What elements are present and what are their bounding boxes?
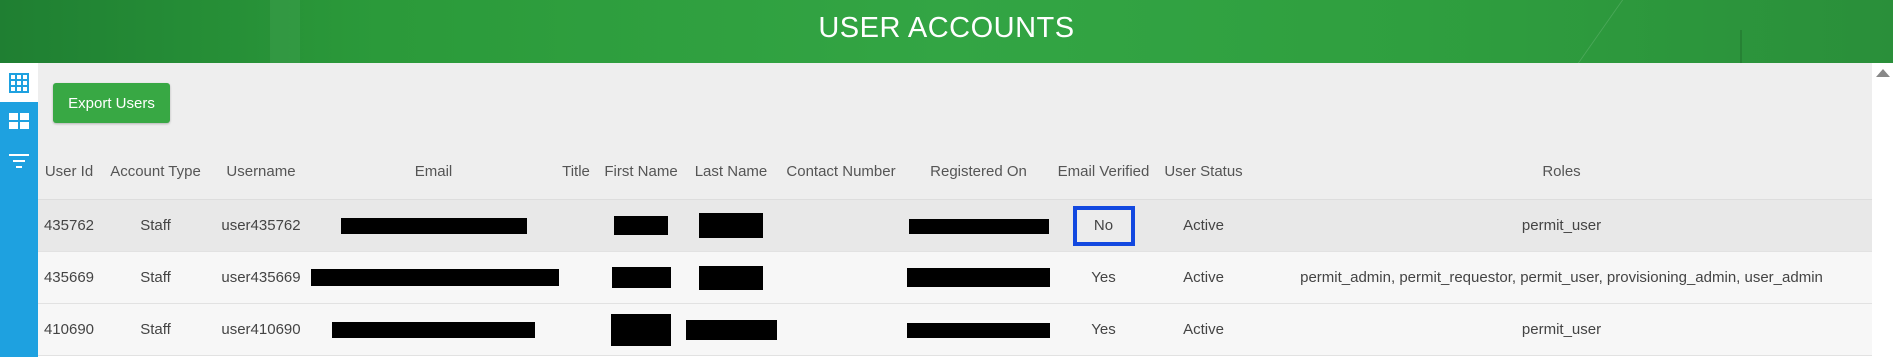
cell-user-status: Active (1156, 199, 1251, 252)
redaction-box (699, 265, 763, 290)
cell-first-name (596, 199, 686, 252)
redaction-box (908, 218, 1049, 234)
redaction-box (907, 322, 1050, 338)
cell-email (311, 199, 556, 252)
cell-account-type: Staff (100, 303, 211, 356)
column-header-email-verified[interactable]: Email Verified (1051, 144, 1156, 200)
cell-last-name (686, 251, 776, 304)
column-header-roles[interactable]: Roles (1251, 144, 1872, 200)
cell-account-type: Staff (100, 199, 211, 252)
column-header-user-id[interactable]: User Id (38, 144, 100, 200)
vertical-scrollbar[interactable] (1872, 63, 1893, 357)
user-accounts-table: User Id Account Type Username Email Titl… (38, 144, 1872, 356)
cell-user-id: 410690 (38, 303, 100, 356)
redaction-box (311, 269, 559, 287)
cell-username: user435762 (211, 199, 311, 252)
column-header-first-name[interactable]: First Name (596, 144, 686, 200)
sidebar-item-tile-view[interactable] (0, 102, 38, 141)
redaction-box (614, 216, 668, 235)
sidebar (0, 63, 38, 357)
tiles-icon (9, 112, 29, 129)
table-row[interactable]: 410690 Staff user410690 Yes Active permi… (38, 303, 1872, 356)
cell-title (556, 199, 596, 252)
cell-first-name (596, 251, 686, 304)
column-header-email[interactable]: Email (311, 144, 556, 200)
sidebar-item-filter[interactable] (0, 141, 38, 180)
cell-email-verified: Yes (1051, 251, 1156, 304)
cell-roles: permit_user (1251, 303, 1872, 356)
cell-email-verified: No (1051, 199, 1156, 252)
scroll-up-arrow-icon[interactable] (1876, 69, 1890, 77)
sidebar-item-grid-view[interactable] (0, 63, 38, 102)
cell-account-type: Staff (100, 251, 211, 304)
column-header-last-name[interactable]: Last Name (686, 144, 776, 200)
column-header-user-status[interactable]: User Status (1156, 144, 1251, 200)
cell-contact-number (776, 303, 906, 356)
column-header-contact-number[interactable]: Contact Number (776, 144, 906, 200)
cell-roles: permit_admin, permit_requestor, permit_u… (1251, 251, 1872, 304)
table-header-row: User Id Account Type Username Email Titl… (38, 144, 1872, 200)
page-header: USER ACCOUNTS (0, 0, 1893, 63)
cell-email (311, 251, 559, 304)
cell-email-verified: Yes (1051, 303, 1156, 356)
cell-user-status: Active (1156, 251, 1251, 304)
cell-email (311, 303, 556, 356)
redaction-box (699, 213, 763, 238)
cell-username: user435669 (211, 251, 311, 304)
column-header-registered-on[interactable]: Registered On (906, 144, 1051, 200)
cell-last-name (686, 199, 776, 252)
email-verified-highlight: No (1072, 205, 1135, 246)
grid-icon (9, 72, 29, 93)
redaction-box (907, 268, 1050, 287)
cell-user-id: 435669 (38, 251, 100, 304)
redaction-box (686, 319, 777, 340)
cell-contact-number (776, 199, 906, 252)
toolbar: Export Users (38, 63, 1872, 144)
cell-title (556, 251, 596, 304)
cell-user-id: 435762 (38, 199, 100, 252)
redaction-box (340, 218, 527, 235)
column-header-account-type[interactable]: Account Type (100, 144, 211, 200)
column-header-username[interactable]: Username (211, 144, 311, 200)
cell-registered-on (906, 303, 1051, 356)
filter-icon (9, 153, 29, 168)
cell-contact-number (776, 251, 906, 304)
export-users-button[interactable]: Export Users (53, 83, 170, 123)
cell-title (556, 303, 596, 356)
redaction-box (611, 267, 671, 288)
column-header-title[interactable]: Title (556, 144, 596, 200)
page-title: USER ACCOUNTS (818, 12, 1075, 44)
cell-registered-on (906, 251, 1051, 304)
cell-username: user410690 (211, 303, 311, 356)
table-row[interactable]: 435669 Staff user435669 Yes Active permi… (38, 251, 1872, 304)
cell-last-name (686, 303, 777, 356)
table-row[interactable]: 435762 Staff user435762 No Active permit… (38, 199, 1872, 252)
redaction-box (611, 313, 671, 346)
cell-user-status: Active (1156, 303, 1251, 356)
redaction-box (332, 322, 535, 339)
cell-first-name (596, 303, 686, 356)
cell-roles: permit_user (1251, 199, 1872, 252)
cell-registered-on (906, 199, 1051, 252)
